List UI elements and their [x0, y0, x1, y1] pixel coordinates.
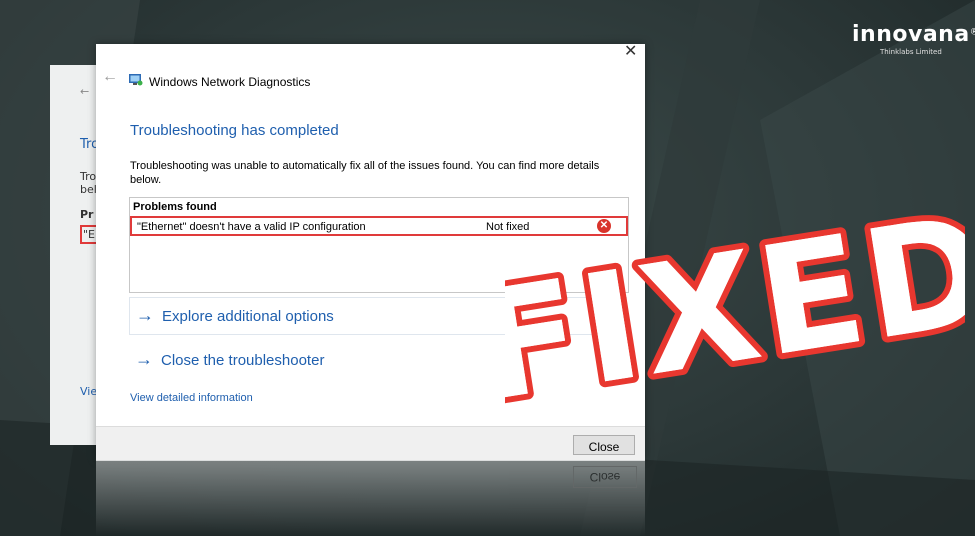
background-window: ← Tro Tro bel Pr "E Vie [50, 65, 98, 445]
problems-header: Problems found [133, 201, 217, 213]
close-window-icon[interactable]: ✕ [624, 44, 637, 60]
option-label: Close the troubleshooter [161, 352, 325, 369]
reflected-close-button: Close [573, 466, 637, 488]
page-title: Troubleshooting has completed [130, 122, 339, 139]
brand-name: innovana [852, 22, 970, 47]
arrow-right-icon: → [135, 349, 153, 369]
dialog-footer: Close [96, 426, 645, 461]
network-diagnostics-icon [129, 74, 143, 86]
option-label: Explore additional options [162, 308, 334, 325]
fixed-stamp: FIXED FIXED [505, 185, 965, 425]
view-detailed-information-link[interactable]: View detailed information [130, 392, 253, 404]
ghost-text: Tro [80, 170, 97, 183]
ghost-arrow: ← [80, 85, 90, 98]
stamp-text-fill: FIXED [505, 185, 965, 425]
ghost-text: bel [80, 183, 97, 196]
registered-mark: ® [969, 27, 975, 38]
brand-tagline: Thinklabs Limited [880, 48, 942, 56]
window-title: Windows Network Diagnostics [149, 75, 311, 89]
arrow-right-icon: → [136, 305, 154, 325]
back-arrow-icon[interactable]: ← [102, 69, 118, 85]
ghost-text: Pr [80, 208, 94, 221]
dialog-reflection: Close [96, 460, 645, 536]
brand-logo: innovana® Thinklabs Limited [852, 22, 975, 56]
close-button[interactable]: Close [573, 435, 635, 455]
title-bar: ← Windows Network Diagnostics ✕ [96, 44, 645, 90]
problem-description: "Ethernet" doesn't have a valid IP confi… [137, 221, 366, 233]
description-text: Troubleshooting was unable to automatica… [130, 160, 600, 186]
ghost-text: Vie [80, 385, 98, 398]
